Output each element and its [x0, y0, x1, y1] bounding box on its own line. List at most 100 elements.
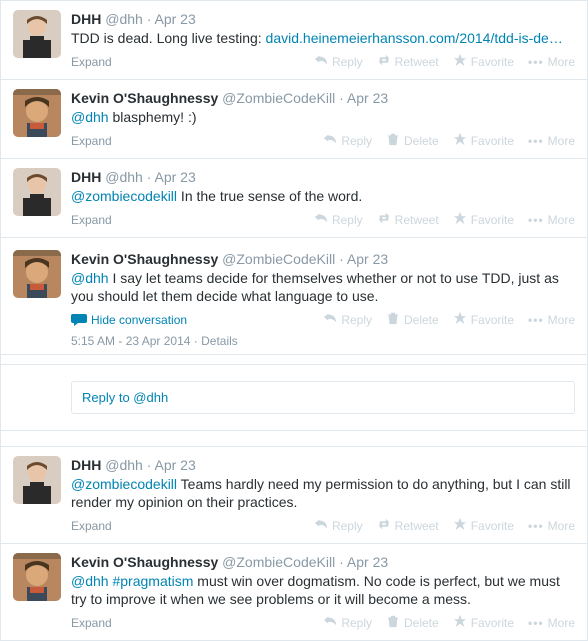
tweet-text: TDD is dead. Long live testing: david.he… — [71, 29, 575, 47]
more-action[interactable]: •••More — [528, 213, 575, 227]
favorite-icon — [453, 53, 467, 70]
mention-link[interactable]: @dhh — [71, 270, 109, 286]
expand-link[interactable]: Expand — [71, 616, 112, 630]
more-icon: ••• — [528, 616, 544, 630]
favorite-icon — [453, 132, 467, 149]
more-icon: ••• — [528, 55, 544, 69]
more-action[interactable]: •••More — [528, 616, 575, 630]
tweet: Kevin O'Shaughnessy @ZombieCodeKill · Ap… — [0, 238, 588, 355]
reply-icon — [323, 311, 337, 328]
reply-action[interactable]: Reply — [314, 211, 363, 228]
delete-action[interactable]: Delete — [386, 614, 439, 631]
avatar[interactable] — [13, 89, 61, 137]
tweet-actions: Reply Retweet Favorite •••More — [314, 517, 575, 534]
expand-link[interactable]: Expand — [71, 134, 112, 148]
mention-link[interactable]: @dhh — [71, 573, 109, 589]
hashtag-link[interactable]: #pragmatism — [112, 573, 193, 589]
retweet-icon — [377, 517, 391, 534]
tweet-text: @dhh blasphemy! :) — [71, 108, 575, 126]
mention-link[interactable]: @zombiecodekill — [71, 188, 177, 204]
timestamp-short[interactable]: Apr 23 — [155, 11, 196, 27]
tweet-actions: Reply Delete Favorite •••More — [323, 614, 575, 631]
fullname[interactable]: DHH — [71, 169, 101, 185]
retweet-icon — [377, 211, 391, 228]
tweet: Kevin O'Shaughnessy @ZombieCodeKill · Ap… — [0, 80, 588, 159]
username[interactable]: @dhh — [105, 169, 143, 185]
username[interactable]: @ZombieCodeKill — [222, 554, 335, 570]
tweet-text: @dhh I say let teams decide for themselv… — [71, 269, 575, 305]
more-action[interactable]: •••More — [528, 519, 575, 533]
fullname[interactable]: Kevin O'Shaughnessy — [71, 251, 218, 267]
avatar[interactable] — [13, 10, 61, 58]
fullname[interactable]: Kevin O'Shaughnessy — [71, 90, 218, 106]
reply-action[interactable]: Reply — [314, 517, 363, 534]
expand-link[interactable]: Expand — [71, 55, 112, 69]
mention-link[interactable]: @zombiecodekill — [71, 476, 177, 492]
retweet-action[interactable]: Retweet — [377, 517, 439, 534]
hide-conversation-link[interactable]: Hide conversation — [71, 313, 187, 327]
favorite-action[interactable]: Favorite — [453, 132, 514, 149]
fullname[interactable]: DHH — [71, 11, 101, 27]
reply-icon — [314, 517, 328, 534]
timestamp-short[interactable]: Apr 23 — [347, 554, 388, 570]
username[interactable]: @dhh — [105, 457, 143, 473]
speech-icon — [71, 314, 87, 326]
reply-input[interactable]: Reply to @dhh — [71, 381, 575, 414]
favorite-action[interactable]: Favorite — [453, 211, 514, 228]
avatar[interactable] — [13, 250, 61, 298]
reply-action[interactable]: Reply — [323, 614, 372, 631]
retweet-icon — [377, 53, 391, 70]
more-icon: ••• — [528, 519, 544, 533]
expand-link[interactable]: Expand — [71, 519, 112, 533]
more-icon: ••• — [528, 134, 544, 148]
delete-icon — [386, 311, 400, 328]
timestamp-short[interactable]: Apr 23 — [347, 251, 388, 267]
tweet-text: @dhh #pragmatism must win over dogmatism… — [71, 572, 575, 608]
tweet: Kevin O'Shaughnessy @ZombieCodeKill · Ap… — [0, 544, 588, 641]
more-icon: ••• — [528, 313, 544, 327]
avatar[interactable] — [13, 456, 61, 504]
reply-action[interactable]: Reply — [323, 311, 372, 328]
tweet: DHH @dhh · Apr 23@zombiecodekill Teams h… — [0, 447, 588, 544]
favorite-action[interactable]: Favorite — [453, 53, 514, 70]
more-icon: ••• — [528, 213, 544, 227]
reply-icon — [314, 53, 328, 70]
fullname[interactable]: DHH — [71, 457, 101, 473]
tweet-actions: Reply Delete Favorite •••More — [323, 132, 575, 149]
more-action[interactable]: •••More — [528, 134, 575, 148]
expand-link[interactable]: Expand — [71, 213, 112, 227]
favorite-icon — [453, 211, 467, 228]
timestamp-short[interactable]: Apr 23 — [155, 169, 196, 185]
favorite-action[interactable]: Favorite — [453, 517, 514, 534]
reply-action[interactable]: Reply — [323, 132, 372, 149]
username[interactable]: @ZombieCodeKill — [222, 251, 335, 267]
favorite-icon — [453, 614, 467, 631]
retweet-action[interactable]: Retweet — [377, 53, 439, 70]
tweet: DHH @dhh · Apr 23@zombiecodekill In the … — [0, 159, 588, 238]
favorite-action[interactable]: Favorite — [453, 311, 514, 328]
tweet-text: @zombiecodekill In the true sense of the… — [71, 187, 575, 205]
tweet: DHH @dhh · Apr 23TDD is dead. Long live … — [0, 0, 588, 80]
timestamp-short[interactable]: Apr 23 — [347, 90, 388, 106]
reply-icon — [314, 211, 328, 228]
delete-icon — [386, 132, 400, 149]
external-link[interactable]: david.heinemeierhansson.com/2014/tdd-is-… — [266, 30, 563, 46]
favorite-icon — [453, 517, 467, 534]
mention-link[interactable]: @dhh — [71, 109, 109, 125]
favorite-action[interactable]: Favorite — [453, 614, 514, 631]
reply-action[interactable]: Reply — [314, 53, 363, 70]
timestamp-short[interactable]: Apr 23 — [155, 457, 196, 473]
more-action[interactable]: •••More — [528, 55, 575, 69]
timestamp-full: 5:15 AM - 23 Apr 2014 — [71, 334, 190, 348]
avatar[interactable] — [13, 553, 61, 601]
retweet-action[interactable]: Retweet — [377, 211, 439, 228]
details-link[interactable]: Details — [201, 334, 238, 348]
fullname[interactable]: Kevin O'Shaughnessy — [71, 554, 218, 570]
delete-action[interactable]: Delete — [386, 311, 439, 328]
delete-icon — [386, 614, 400, 631]
more-action[interactable]: •••More — [528, 313, 575, 327]
avatar[interactable] — [13, 168, 61, 216]
username[interactable]: @dhh — [105, 11, 143, 27]
username[interactable]: @ZombieCodeKill — [222, 90, 335, 106]
delete-action[interactable]: Delete — [386, 132, 439, 149]
